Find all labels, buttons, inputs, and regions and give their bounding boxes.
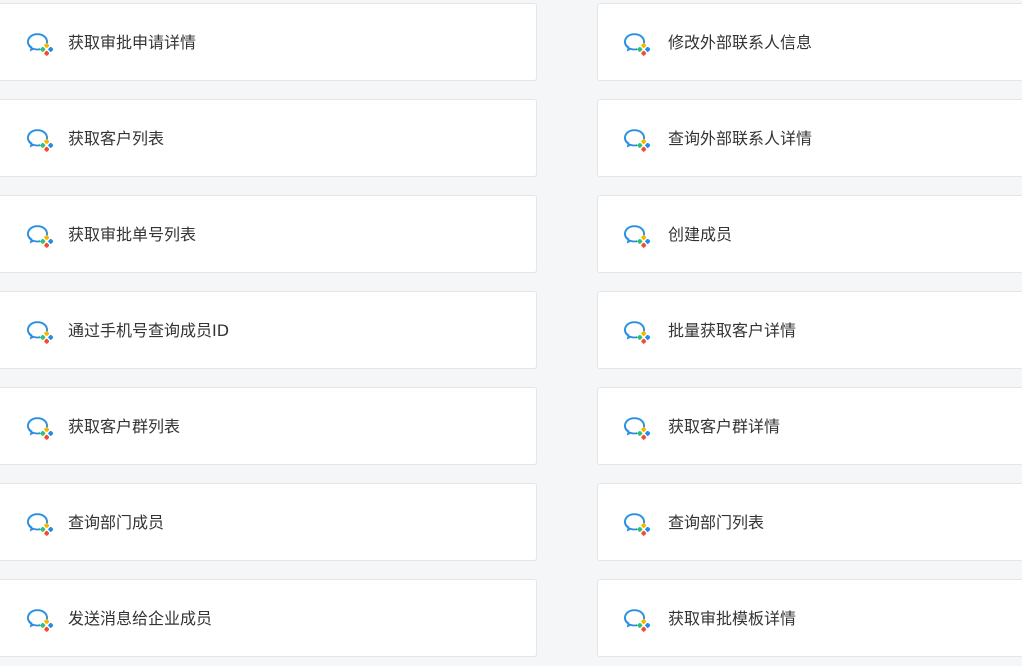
api-card-create-member[interactable]: 创建成员 xyxy=(597,195,1022,273)
api-card-label: 查询部门列表 xyxy=(668,513,765,532)
api-card-label: 获取审批申请详情 xyxy=(68,33,197,52)
api-card-batch-customer-detail[interactable]: 批量获取客户详情 xyxy=(597,291,1022,369)
wecom-chat-icon xyxy=(622,415,652,441)
api-card-label: 获取审批单号列表 xyxy=(68,225,197,244)
api-card-get-approval-detail[interactable]: 获取审批申请详情 xyxy=(0,3,537,81)
wecom-chat-icon xyxy=(25,319,55,345)
api-card-get-external-contact[interactable]: 查询外部联系人详情 xyxy=(597,99,1022,177)
api-card-get-approval-template[interactable]: 获取审批模板详情 xyxy=(597,579,1022,657)
api-card-label: 创建成员 xyxy=(668,225,733,244)
api-card-get-group-list[interactable]: 获取客户群列表 xyxy=(0,387,537,465)
api-card-get-customer-list[interactable]: 获取客户列表 xyxy=(0,99,537,177)
wecom-chat-icon xyxy=(25,31,55,57)
wecom-chat-icon xyxy=(25,607,55,633)
api-card-get-approval-numbers[interactable]: 获取审批单号列表 xyxy=(0,195,537,273)
wecom-chat-icon xyxy=(622,31,652,57)
wecom-chat-icon xyxy=(622,127,652,153)
api-card-label: 批量获取客户详情 xyxy=(668,321,797,340)
api-card-label: 获取客户群列表 xyxy=(68,417,181,436)
api-card-label: 通过手机号查询成员ID xyxy=(68,321,230,340)
api-card-label: 发送消息给企业成员 xyxy=(68,609,213,628)
wecom-chat-icon xyxy=(622,511,652,537)
api-card-update-external-contact[interactable]: 修改外部联系人信息 xyxy=(597,3,1022,81)
api-card-get-group-detail[interactable]: 获取客户群详情 xyxy=(597,387,1022,465)
api-card-label: 获取客户列表 xyxy=(68,129,165,148)
wecom-chat-icon xyxy=(622,319,652,345)
wecom-chat-icon xyxy=(25,415,55,441)
api-card-find-member-by-phone[interactable]: 通过手机号查询成员ID xyxy=(0,291,537,369)
api-card-query-dept-list[interactable]: 查询部门列表 xyxy=(597,483,1022,561)
wecom-chat-icon xyxy=(25,127,55,153)
wecom-chat-icon xyxy=(25,511,55,537)
wecom-chat-icon xyxy=(622,607,652,633)
api-card-label: 查询部门成员 xyxy=(68,513,165,532)
api-card-send-message[interactable]: 发送消息给企业成员 xyxy=(0,579,537,657)
wecom-chat-icon xyxy=(25,223,55,249)
api-card-label: 修改外部联系人信息 xyxy=(668,33,813,52)
api-card-label: 查询外部联系人详情 xyxy=(668,129,813,148)
api-card-query-dept-members[interactable]: 查询部门成员 xyxy=(0,483,537,561)
wecom-chat-icon xyxy=(622,223,652,249)
api-card-label: 获取客户群详情 xyxy=(668,417,781,436)
api-card-label: 获取审批模板详情 xyxy=(668,609,797,628)
